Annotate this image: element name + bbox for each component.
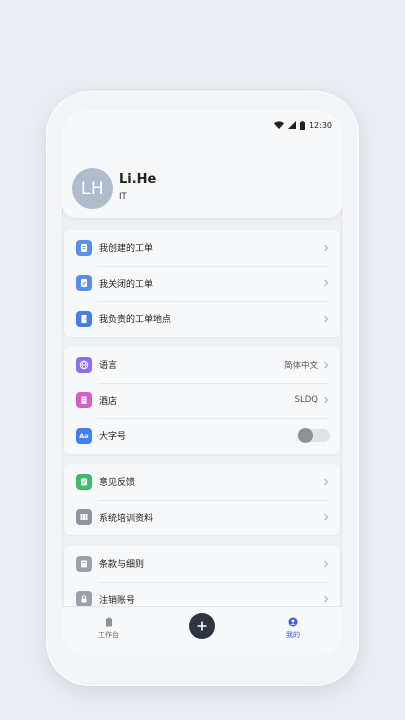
- status-bar: 12:30: [273, 118, 332, 132]
- tickets-card: 我创建的工单 我关闭的工单 我负责的工单地点: [64, 230, 340, 337]
- chevron-right-icon: [324, 560, 329, 568]
- menu-item-label: 条款与细则: [99, 560, 145, 571]
- tab-mine[interactable]: 我的: [286, 617, 300, 640]
- ticket-create-icon: [76, 239, 92, 256]
- location-door-icon: [76, 310, 92, 327]
- chevron-right-icon: [324, 513, 329, 521]
- help-card: 意见反馈 系统培训资料: [64, 464, 340, 535]
- menu-item-my-ticket-locations[interactable]: 我负责的工单地点: [64, 301, 340, 337]
- chevron-right-icon: [324, 315, 329, 323]
- tab-workbench[interactable]: 工作台: [98, 617, 119, 640]
- lock-icon: [76, 591, 92, 608]
- chevron-right-icon: [324, 361, 329, 369]
- chevron-right-icon: [324, 478, 329, 486]
- menu-item-terms[interactable]: 条款与细则: [64, 546, 340, 582]
- menu-item-label: 我关闭的工单: [99, 279, 154, 290]
- toggle-knob: [298, 428, 313, 444]
- status-time: 12:30: [308, 120, 332, 130]
- chevron-right-icon: [324, 279, 329, 287]
- menu-item-hotel[interactable]: 酒店 SLDQ: [64, 382, 340, 419]
- menu-item-my-closed-tickets[interactable]: 我关闭的工单: [64, 265, 340, 302]
- terms-icon: [76, 555, 92, 572]
- user-department: IT: [119, 192, 127, 202]
- menu-item-label: 大字号: [99, 432, 127, 443]
- user-name: Li.He: [119, 172, 157, 187]
- tab-mine-label: 我的: [286, 631, 300, 639]
- chevron-right-icon: [324, 396, 329, 404]
- app-screen: 12:30 LH Li.He IT 我创建的工单 我关闭的工单 我负责的工单地点: [62, 110, 342, 656]
- menu-item-label: 注销账号: [99, 595, 136, 606]
- menu-item-label: 酒店: [99, 396, 118, 407]
- font-size-icon: Aa: [76, 427, 92, 444]
- menu-item-label: 我负责的工单地点: [99, 315, 172, 326]
- menu-item-my-created-tickets[interactable]: 我创建的工单: [64, 230, 340, 266]
- profile-header: 12:30 LH Li.He IT: [62, 110, 342, 218]
- chevron-right-icon: [324, 595, 329, 603]
- wifi-icon: [273, 121, 284, 129]
- menu-item-label: 系统培训资料: [99, 513, 154, 524]
- menu-item-training-materials[interactable]: 系统培训资料: [64, 499, 340, 536]
- avatar[interactable]: LH: [72, 168, 113, 209]
- add-button[interactable]: [189, 613, 215, 639]
- menu-item-label: 语言: [99, 361, 118, 372]
- training-icon: [76, 509, 92, 526]
- signal-icon: [287, 121, 296, 129]
- menu-item-label: 我创建的工单: [99, 244, 154, 255]
- chevron-right-icon: [324, 244, 329, 252]
- globe-icon: [76, 356, 92, 373]
- menu-item-language[interactable]: 语言 简体中文: [64, 347, 340, 383]
- feedback-icon: [76, 473, 92, 490]
- hotel-value: SLDQ: [294, 395, 318, 406]
- large-font-toggle[interactable]: [297, 428, 330, 444]
- bottom-tab-bar: 工作台 我的: [62, 606, 342, 656]
- tab-workbench-label: 工作台: [98, 631, 119, 639]
- menu-item-feedback[interactable]: 意见反馈: [64, 464, 340, 500]
- menu-item-label: 意见反馈: [99, 478, 136, 489]
- plus-icon: [197, 621, 207, 631]
- settings-card: 语言 简体中文 酒店 SLDQ Aa 大字号: [64, 347, 340, 454]
- menu-item-large-font: Aa 大字号: [64, 418, 340, 454]
- user-circle-icon: [288, 617, 298, 627]
- battery-icon: [299, 120, 305, 130]
- language-value: 简体中文: [283, 360, 318, 371]
- clipboard-icon: [105, 617, 112, 627]
- hotel-icon: [76, 392, 92, 409]
- ticket-close-icon: [76, 275, 92, 292]
